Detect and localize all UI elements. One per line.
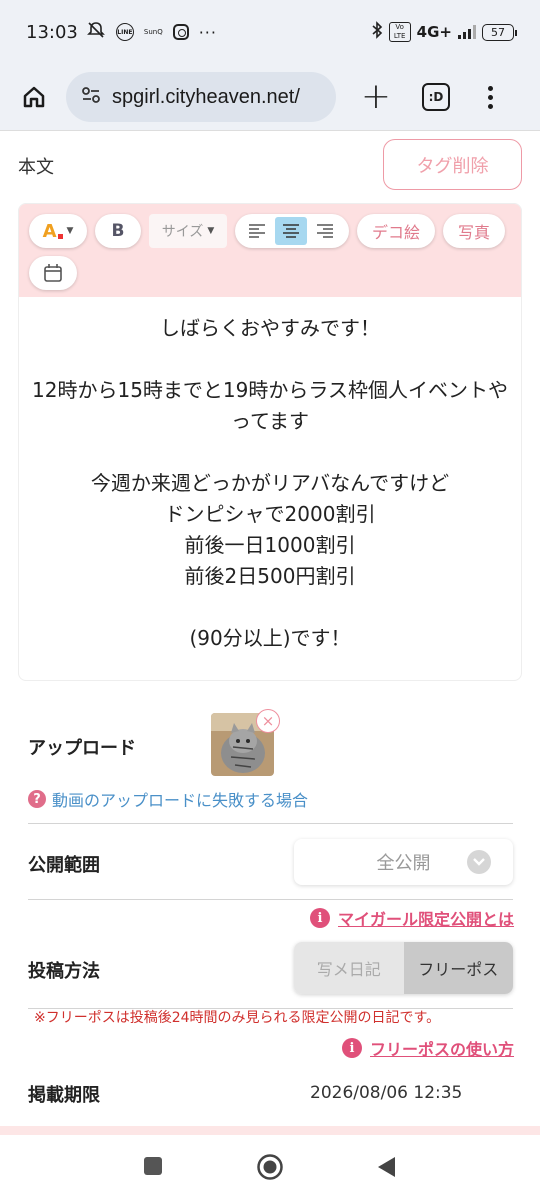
mygirl-limited-info-link[interactable]: i マイガール限定公開とは [310,906,514,930]
post-method-label: 投稿方法 [28,961,100,982]
content-line: 12時から15時までと19時からラス枠個人イベントやってます [32,378,508,433]
calendar-icon [44,264,62,282]
chevron-down-icon: ▼ [207,226,215,236]
chevron-down-icon [467,850,491,874]
home-nav-button[interactable] [256,1153,284,1185]
rich-text-editor: A ▼ B サイズ ▼ デコ絵 写真 しばらくおやすみです！ 12時から15時ま… [18,203,522,681]
remove-photo-button[interactable]: × [256,709,280,733]
body-label: 本文 [18,157,54,178]
deco-image-button[interactable]: デコ絵 [357,214,435,248]
content-line [29,592,511,623]
align-left-icon [249,224,265,238]
align-right-icon [317,224,333,238]
chevron-down-icon: ▼ [66,226,74,236]
recent-apps-button[interactable] [143,1156,163,1180]
mygirl-limited-info-text: マイガール限定公開とは [338,910,515,929]
content-line: ドンピシャで2000割引 [164,502,376,526]
circle-home-icon [257,1154,283,1180]
more-notifications-icon: ··· [198,22,217,42]
font-size-select[interactable]: サイズ ▼ [149,214,227,248]
home-icon [23,86,45,108]
home-button[interactable] [14,77,54,117]
align-right-button[interactable] [309,217,341,245]
browser-toolbar: spgirl.cityheaven.net/ + :D [0,64,540,130]
content-line [29,437,511,468]
instagram-icon [172,24,189,40]
browser-menu-button[interactable] [488,85,493,109]
back-triangle-icon [378,1157,395,1177]
info-icon: i [342,1038,362,1058]
clock: 13:03 [26,21,78,43]
back-button[interactable] [377,1156,397,1182]
divider [28,899,513,900]
content-line: (90分以上)です！ [189,626,351,650]
tag-delete-button[interactable]: タグ削除 [383,139,522,190]
upload-label: アップロード [28,738,136,759]
sunq-app-icon: SunQ [143,28,163,36]
info-icon: i [310,908,330,928]
editor-toolbar: A ▼ B サイズ ▼ デコ絵 写真 [19,204,521,297]
tab-switcher-button[interactable]: :D [422,83,450,111]
mute-notification-icon [86,20,106,44]
help-icon: ? [28,790,46,808]
diary-edit-page: 本文 タグ削除 A ▼ B サイズ ▼ デコ絵 写真 しばらくおやすみです！ 1… [0,130,540,1136]
freepos-warning: ※フリーポスは投稿後24時間のみ見られる限定公開の日記です。 [34,1010,441,1026]
visibility-select[interactable]: 全公開 [294,839,513,885]
system-navigation-bar [0,1135,540,1200]
volte-icon: Vo LTE [388,22,411,42]
divider [28,823,513,824]
site-settings-icon[interactable] [80,84,102,110]
bold-button[interactable]: B [95,214,141,248]
freepos-howto-link[interactable]: i フリーポスの使い方 [342,1036,514,1060]
period-value: 2026/08/06 12:35 [310,1083,463,1103]
content-line: しばらくおやすみです！ [160,316,380,340]
upload-fail-help-link[interactable]: ? 動画のアップロードに失敗する場合 [28,787,308,811]
square-icon [144,1157,162,1175]
battery-icon: 57 [482,23,517,41]
content-line: 前後一日1000割引 [184,533,356,557]
post-method-option-photo-diary[interactable]: 写メ日記 [294,942,404,994]
visibility-selected-value: 全公開 [376,853,431,874]
photo-button[interactable]: 写真 [443,214,505,248]
visibility-label: 公開範囲 [28,855,100,876]
line-app-icon: LINE [115,23,134,41]
signal-icon [458,25,476,39]
bluetooth-icon [371,21,383,43]
freepos-howto-text: フリーポスの使い方 [370,1040,515,1059]
network-type-label: 4G+ [416,23,452,41]
align-center-icon [283,224,299,238]
font-size-label: サイズ [161,224,204,240]
calendar-button[interactable] [29,256,77,290]
period-label: 掲載期限 [28,1085,100,1106]
content-line: 今週か来週どっかがリアバなんですけど [90,471,450,495]
content-line [29,344,511,375]
post-method-option-freepos[interactable]: フリーポス [403,942,513,994]
upload-fail-help-text: 動画のアップロードに失敗する場合 [52,791,309,810]
new-tab-button[interactable]: + [356,79,396,115]
alignment-group [235,214,349,248]
align-left-button[interactable] [241,217,273,245]
url-text: spgirl.cityheaven.net/ [112,85,300,108]
align-center-button[interactable] [275,217,307,245]
address-bar[interactable]: spgirl.cityheaven.net/ [66,72,336,122]
font-color-button[interactable]: A ▼ [29,214,87,248]
content-line: 前後2日500円割引 [184,564,356,588]
post-method-toggle: 写メ日記 フリーポス [294,942,513,994]
font-color-icon: A [42,220,57,242]
status-bar: 13:03 LINE SunQ ··· Vo LTE 4G+ 57 [0,0,540,64]
editor-content[interactable]: しばらくおやすみです！ 12時から15時までと19時からラス枠個人イベントやってま… [19,297,521,670]
